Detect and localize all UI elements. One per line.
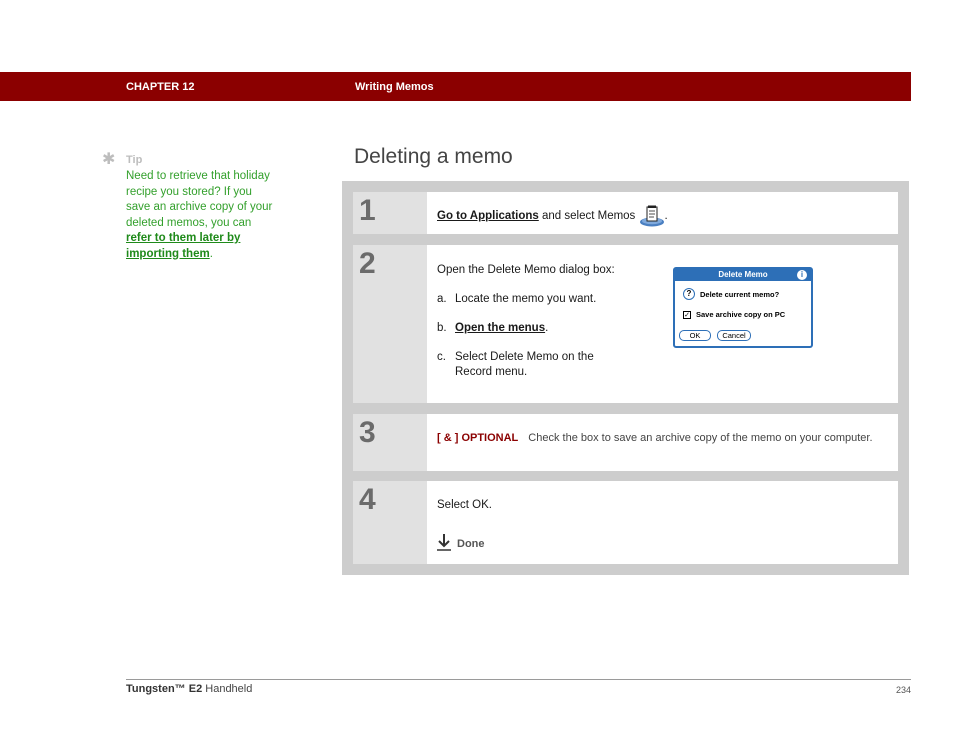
down-arrow-icon xyxy=(437,533,451,556)
asterisk-icon: ✱ xyxy=(102,151,116,168)
chapter-header-bar: CHAPTER 12 Writing Memos xyxy=(0,72,911,101)
tip-link-importing[interactable]: refer to them later by importing them xyxy=(126,232,240,260)
step-2-intro: Open the Delete Memo dialog box: xyxy=(437,264,615,276)
delete-memo-dialog-screenshot: Delete Memo i ? Delete current memo? ✓ S… xyxy=(673,267,813,348)
substep-letter: b. xyxy=(437,322,447,334)
step-2: 2 Open the Delete Memo dialog box: a. Lo… xyxy=(353,245,898,403)
step-number: 1 xyxy=(359,194,376,227)
substep-a: a. Locate the memo you want. xyxy=(437,292,627,307)
footer-product-name: Tungsten™ E2 xyxy=(126,683,203,695)
step-3-content: [ & ] OPTIONAL Check the box to save an a… xyxy=(437,431,888,446)
tip-body-text: Need to retrieve that holiday recipe you… xyxy=(126,170,273,229)
step-2-content: Open the Delete Memo dialog box: a. Loca… xyxy=(437,263,627,380)
substep-letter: c. xyxy=(437,351,446,363)
dialog-question: Delete current memo? xyxy=(700,289,780,299)
substep-end: . xyxy=(545,322,549,334)
dialog-cancel-button: Cancel xyxy=(717,330,751,341)
page-title: Deleting a memo xyxy=(354,145,513,168)
step-4-content: Select OK. Done xyxy=(437,498,888,556)
footer-divider xyxy=(126,679,911,680)
steps-panel: 1 Go to Applications and select Memos . … xyxy=(342,181,909,575)
dialog-ok-button: OK xyxy=(679,330,711,341)
done-label: Done xyxy=(457,538,485,550)
step-number-column: 1 xyxy=(353,192,427,234)
step-1-content: Go to Applications and select Memos . xyxy=(437,205,888,227)
chapter-label: CHAPTER 12 xyxy=(126,81,195,93)
step-number: 3 xyxy=(359,416,376,449)
substep-b: b. Open the menus. xyxy=(437,321,627,336)
section-label: Writing Memos xyxy=(355,81,434,93)
dialog-checkbox-row: ✓ Save archive copy on PC xyxy=(683,310,785,319)
step-4: 4 Select OK. Done xyxy=(353,481,898,564)
footer-product: Tungsten™ E2 Handheld xyxy=(126,683,252,695)
info-icon: i xyxy=(797,270,807,280)
step-1-text: and select Memos xyxy=(538,210,639,223)
step-number-column: 4 xyxy=(353,481,427,564)
tip-label: Tip xyxy=(126,154,143,166)
step-3-text: Check the box to save an archive copy of… xyxy=(528,432,873,444)
footer-product-suffix: Handheld xyxy=(202,683,253,695)
step-1-end: . xyxy=(664,210,668,223)
question-icon: ? xyxy=(683,288,695,300)
substep-text: Locate the memo you want. xyxy=(455,293,597,305)
tip-end: . xyxy=(209,247,213,260)
dialog-title: Delete Memo i xyxy=(675,269,811,281)
open-the-menus-link[interactable]: Open the menus xyxy=(455,322,545,334)
substep-c: c. Select Delete Memo on the Record menu… xyxy=(437,350,627,380)
step-number-column: 3 xyxy=(353,414,427,471)
tip-text: Need to retrieve that holiday recipe you… xyxy=(126,169,276,262)
substep-letter: a. xyxy=(437,293,447,305)
memos-icon[interactable] xyxy=(639,205,665,227)
page-number: 234 xyxy=(895,685,911,695)
optional-tag: [ & ] OPTIONAL xyxy=(437,432,519,444)
dialog-checkbox-label: Save archive copy on PC xyxy=(696,310,786,319)
step-number: 2 xyxy=(359,247,376,280)
step-number: 4 xyxy=(359,483,376,516)
step-3: 3 [ & ] OPTIONAL Check the box to save an… xyxy=(353,414,898,471)
go-to-applications-link[interactable]: Go to Applications xyxy=(437,210,539,222)
dialog-question-row: ? Delete current memo? xyxy=(683,288,779,300)
step-1: 1 Go to Applications and select Memos . xyxy=(353,192,898,234)
done-indicator: Done xyxy=(437,533,888,556)
substep-text: Select Delete Memo on the Record menu. xyxy=(455,351,594,378)
step-number-column: 2 xyxy=(353,245,427,403)
dialog-title-text: Delete Memo xyxy=(718,270,768,279)
step-4-text: Select OK. xyxy=(437,499,492,511)
checkbox-checked-icon: ✓ xyxy=(683,310,691,319)
